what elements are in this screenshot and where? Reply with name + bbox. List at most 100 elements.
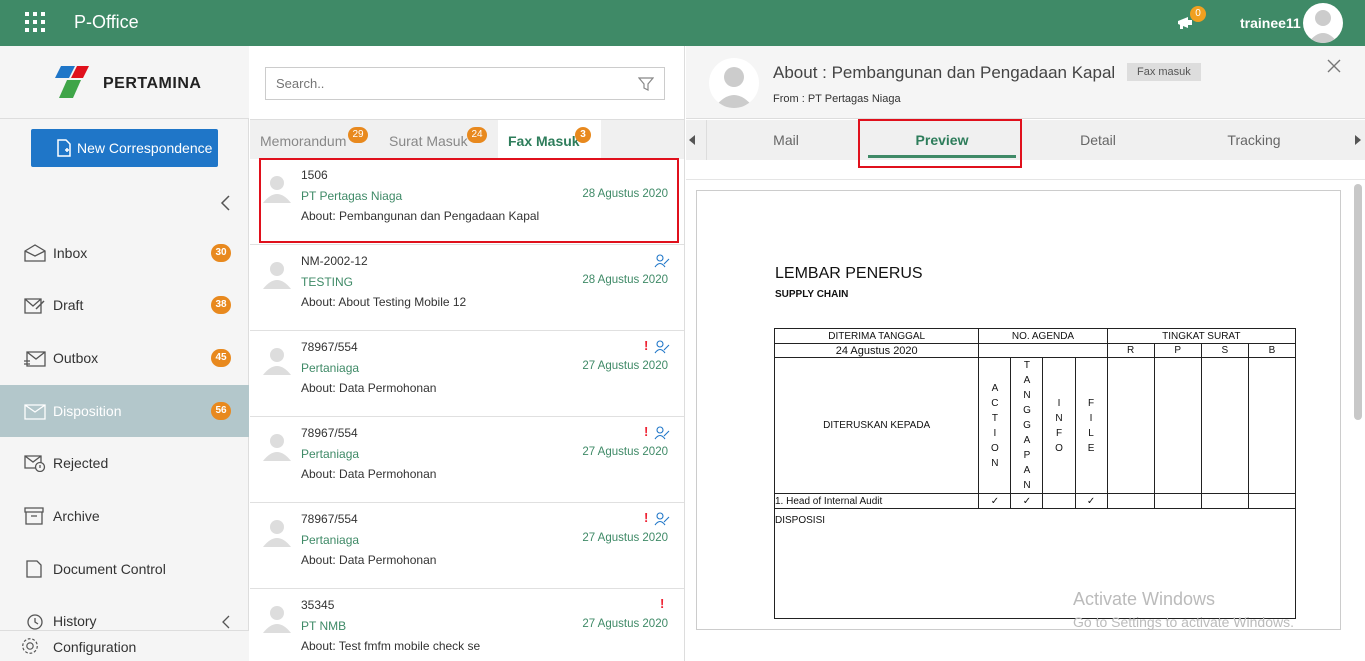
sidebar-item-draft[interactable]: Draft 38 — [0, 279, 249, 331]
disposisi-label: DISPOSISI — [775, 515, 826, 526]
sidebar-item-rejected[interactable]: Rejected — [0, 437, 249, 489]
item-date: 28 Agustus 2020 — [582, 188, 668, 200]
tab-detail[interactable]: Detail — [1020, 120, 1176, 160]
apps-grid-icon[interactable] — [25, 12, 45, 32]
detail-tabs: Mail Preview Detail Tracking — [686, 120, 1365, 160]
new-correspondence-button[interactable]: New Correspondence — [31, 129, 218, 167]
app-title: P-Office — [74, 12, 139, 32]
list-item[interactable]: 78967/554 ! Pertaniaga 27 Agustus 2020 A… — [250, 331, 684, 417]
tab-tracking[interactable]: Tracking — [1176, 120, 1332, 160]
item-sender: Pertaniaga — [301, 533, 360, 547]
count-badge: 38 — [211, 296, 231, 314]
top-bar: P-Office 0 trainee11 — [0, 0, 1365, 46]
collapse-sidebar-icon[interactable] — [219, 194, 233, 212]
windows-watermark-title: Activate Windows — [1073, 589, 1216, 609]
sender-avatar-icon — [263, 176, 291, 203]
info-column-header: INFO — [1042, 357, 1076, 494]
notification-badge: 0 — [1190, 6, 1206, 22]
level-p: P — [1153, 343, 1202, 358]
sidebar-item-label: Disposition — [53, 403, 122, 419]
header-agenda: NO. AGENDA — [978, 328, 1108, 344]
item-date: 27 Agustus 2020 — [582, 360, 668, 372]
tab-preview[interactable]: Preview — [864, 120, 1020, 160]
type-tag: Fax masuk — [1127, 63, 1201, 81]
file-column-header: FILE — [1074, 357, 1108, 494]
sidebar-item-inbox[interactable]: Inbox 30 — [0, 227, 249, 279]
detail-title: About : Pembangunan dan Pengadaan Kapal — [773, 63, 1116, 82]
sidebar-item-configuration[interactable]: Configuration — [0, 630, 249, 661]
preview-scrollbar[interactable] — [1354, 184, 1362, 420]
new-document-icon — [57, 139, 71, 157]
correspondence-list-pane: Memorandum 29 Surat Masuk 24 Fax Masuk 3… — [250, 46, 685, 661]
chevron-left-icon[interactable] — [221, 615, 231, 629]
item-about: About: Data Permohonan — [301, 553, 437, 567]
check-mark: ✓ — [1074, 493, 1108, 509]
list-item[interactable]: 1506 PT Pertagas Niaga 28 Agustus 2020 A… — [250, 159, 684, 245]
tab-memorandum[interactable]: Memorandum 29 — [250, 120, 373, 160]
level-b: B — [1247, 343, 1297, 358]
document-page: LEMBAR PENERUS SUPPLY CHAIN DITERIMA TAN… — [696, 190, 1341, 630]
user-name[interactable]: trainee11 — [1240, 15, 1301, 31]
tab-label: Mail — [773, 132, 799, 148]
sidebar-item-label: Outbox — [53, 350, 99, 366]
check-mark: ✓ — [1010, 493, 1044, 509]
tab-scroll-left-icon[interactable] — [686, 134, 698, 146]
close-icon[interactable] — [1326, 58, 1342, 74]
rejected-icon — [24, 455, 46, 472]
priority-icon: ! — [644, 424, 649, 439]
tab-label: Preview — [915, 132, 969, 148]
item-about: About: Data Permohonan — [301, 467, 437, 481]
list-item[interactable]: 78967/554 ! Pertaniaga 27 Agustus 2020 A… — [250, 503, 684, 589]
sidebar-item-outbox[interactable]: Outbox 45 — [0, 332, 249, 384]
list-item[interactable]: 78967/554 ! Pertaniaga 27 Agustus 2020 A… — [250, 417, 684, 503]
sidebar-item-disposition[interactable]: Disposition 56 — [0, 385, 249, 437]
tab-label: Tracking — [1227, 132, 1281, 148]
logo-text: PERTAMINA — [103, 75, 202, 92]
search-box — [265, 67, 665, 100]
item-code: 35345 — [301, 598, 335, 612]
item-about: About: Test fmfm mobile check se — [301, 639, 481, 653]
diteruskan-label: DITERUSKAN KEPADA — [773, 357, 980, 494]
sidebar-item-document-control[interactable]: Document Control — [0, 543, 249, 595]
search-input[interactable] — [276, 76, 616, 91]
filter-icon[interactable] — [638, 76, 654, 92]
tab-label: Fax Masuk — [508, 133, 580, 149]
list-item[interactable]: NM-2002-12 TESTING 28 Agustus 2020 About… — [250, 245, 684, 331]
disposition-icon — [24, 404, 46, 420]
tab-badge: 3 — [575, 127, 591, 143]
action-column-header: ACTION — [978, 357, 1012, 494]
configuration-label: Configuration — [53, 639, 137, 655]
tab-mail[interactable]: Mail — [708, 120, 864, 160]
item-sender: Pertaniaga — [301, 447, 360, 461]
item-about: About: Pembangunan dan Pengadaan Kapal — [301, 209, 540, 223]
user-avatar[interactable] — [1303, 3, 1343, 43]
tab-label: Surat Masuk — [389, 133, 468, 149]
tab-fax-masuk[interactable]: Fax Masuk 3 — [498, 120, 601, 160]
item-about: About: Data Permohonan — [301, 381, 437, 395]
gear-icon — [22, 638, 38, 654]
pertamina-logo-icon — [55, 66, 89, 98]
sidebar-item-label: Archive — [53, 508, 100, 524]
sidebar-item-archive[interactable]: Archive — [0, 490, 249, 542]
item-code: 78967/554 — [301, 340, 358, 354]
archive-icon — [24, 507, 44, 525]
sidebar-item-label: Document Control — [53, 561, 166, 577]
date-received: 24 Agustus 2020 — [773, 343, 980, 358]
history-icon — [27, 614, 43, 630]
disposisi-box: DISPOSISI — [774, 508, 1296, 619]
list-item[interactable]: 35345 ! PT NMB 27 Agustus 2020 About: Te… — [250, 589, 684, 661]
header-tingkat: TINGKAT SURAT — [1106, 328, 1297, 344]
windows-watermark-subtitle: Go to Settings to activate Windows. — [1073, 614, 1294, 630]
level-r: R — [1106, 343, 1155, 358]
priority-icon: ! — [644, 510, 649, 525]
item-date: 27 Agustus 2020 — [582, 446, 668, 458]
new-correspondence-label: New Correspondence — [77, 140, 213, 156]
routing-table: DITERIMA TANGGAL NO. AGENDA TINGKAT SURA… — [773, 328, 1297, 619]
item-code: 78967/554 — [301, 426, 358, 440]
tab-surat-masuk[interactable]: Surat Masuk 24 — [379, 120, 497, 160]
tab-badge: 29 — [348, 127, 368, 143]
tab-badge: 24 — [467, 127, 487, 143]
doc-subtitle: SUPPLY CHAIN — [775, 289, 849, 300]
tab-scroll-right-icon[interactable] — [1352, 134, 1364, 146]
sender-avatar-icon — [263, 262, 291, 289]
